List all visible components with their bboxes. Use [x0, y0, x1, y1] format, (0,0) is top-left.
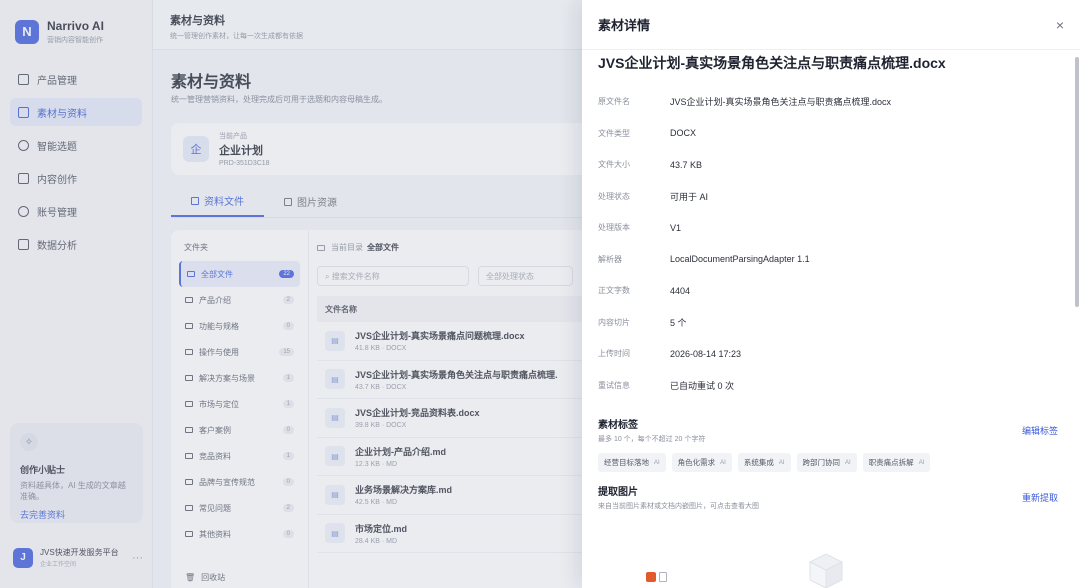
- ai-badge: AI: [845, 459, 851, 466]
- property-row: 处理版本 V1: [598, 212, 1058, 244]
- property-row: 上传时间 2026-08-14 17:23: [598, 338, 1058, 370]
- tags-section-subtitle: 最多 10 个，每个不超过 20 个字符: [598, 436, 706, 443]
- property-label: 上传时间: [598, 349, 630, 359]
- property-label: 内容切片: [598, 317, 630, 327]
- ai-badge: AI: [654, 459, 660, 466]
- tag-chip: 职责痛点拆解 AI: [862, 453, 931, 472]
- tags-section-title: 素材标签: [598, 420, 638, 431]
- edit-tags-button[interactable]: 编辑标签: [1022, 424, 1058, 437]
- tag-chip: 系统集成 AI: [737, 453, 791, 472]
- tag-label: 角色化需求: [677, 458, 716, 467]
- property-row: 原文件名 JVS企业计划-真实场景角色关注点与职责痛点梳理.docx: [598, 86, 1058, 118]
- grid-icon[interactable]: [659, 572, 667, 582]
- tag-label: 经营目标落地: [604, 458, 649, 467]
- close-icon[interactable]: ×: [1056, 17, 1064, 33]
- tag-label: 系统集成: [743, 458, 774, 467]
- property-value: 2026-08-14 17:23: [670, 348, 742, 359]
- app-badge-icon[interactable]: [646, 572, 656, 582]
- floating-toolbar: [646, 572, 667, 582]
- ai-badge: AI: [918, 459, 925, 466]
- tag-list: 经营目标落地 AI 角色化需求 AI 系统集成 AI 跨部门协同 AI 职责痛点拆解 AI: [598, 453, 1058, 472]
- document-title: JVS企业计划-真实场景角色关注点与职责痛点梳理.docx: [598, 55, 946, 71]
- property-row: 正文字数 4404: [598, 275, 1058, 307]
- property-row: 内容切片 5 个: [598, 307, 1058, 339]
- tag-chip: 角色化需求 AI: [671, 453, 732, 472]
- material-detail-drawer: 素材详情 × JVS企业计划-真实场景角色关注点与职责痛点梳理.docx 原文件…: [582, 0, 1080, 588]
- ai-badge: AI: [720, 459, 726, 466]
- tag-label: 职责痛点拆解: [868, 458, 914, 467]
- property-label: 处理状态: [598, 191, 630, 201]
- property-value: 5 个: [670, 317, 687, 328]
- property-row: 解析器 LocalDocumentParsingAdapter 1.1: [598, 244, 1058, 276]
- property-row: 文件大小 43.7 KB: [598, 149, 1058, 181]
- tag-chip: 经营目标落地 AI: [598, 453, 666, 472]
- re-extract-button[interactable]: 重新提取: [1022, 491, 1058, 504]
- tag-chip: 跨部门协同 AI: [796, 453, 857, 472]
- property-value: 可用于 AI: [670, 191, 709, 202]
- property-value: DOCX: [670, 128, 697, 139]
- property-label: 文件大小: [598, 160, 630, 170]
- images-section: 提取图片 来自当前图片素材或文档内嵌图片，可点击查看大图 重新提取: [598, 483, 1058, 511]
- property-value: 4404: [670, 285, 691, 296]
- empty-box-illustration: [808, 553, 844, 588]
- property-label: 重试信息: [598, 380, 630, 390]
- property-label: 原文件名: [598, 97, 630, 107]
- drawer-header: 素材详情 ×: [582, 0, 1080, 50]
- property-label: 文件类型: [598, 128, 630, 138]
- property-label: 解析器: [598, 254, 622, 264]
- tags-section: 素材标签 最多 10 个，每个不超过 20 个字符 编辑标签 经营目标落地 AI …: [598, 416, 1058, 472]
- property-row: 文件类型 DOCX: [598, 118, 1058, 150]
- property-label: 处理版本: [598, 223, 630, 233]
- ai-badge: AI: [778, 459, 785, 466]
- property-row: 重试信息 已自动重试 0 次: [598, 370, 1058, 402]
- images-section-subtitle: 来自当前图片素材或文档内嵌图片，可点击查看大图: [598, 503, 759, 510]
- images-section-title: 提取图片: [598, 487, 638, 498]
- property-value: V1: [670, 222, 682, 233]
- property-row: 处理状态 可用于 AI: [598, 181, 1058, 213]
- property-value: 43.7 KB: [670, 159, 703, 170]
- tag-label: 跨部门协同: [802, 458, 841, 467]
- property-list: 原文件名 JVS企业计划-真实场景角色关注点与职责痛点梳理.docx 文件类型 DO…: [598, 86, 1058, 401]
- drawer-title: 素材详情: [598, 18, 651, 33]
- property-value: LocalDocumentParsingAdapter 1.1: [670, 254, 810, 265]
- property-label: 正文字数: [598, 286, 630, 296]
- property-value: 已自动重试 0 次: [670, 380, 735, 391]
- scrollbar[interactable]: [1075, 57, 1079, 307]
- property-value: JVS企业计划-真实场景角色关注点与职责痛点梳理.docx: [670, 97, 892, 108]
